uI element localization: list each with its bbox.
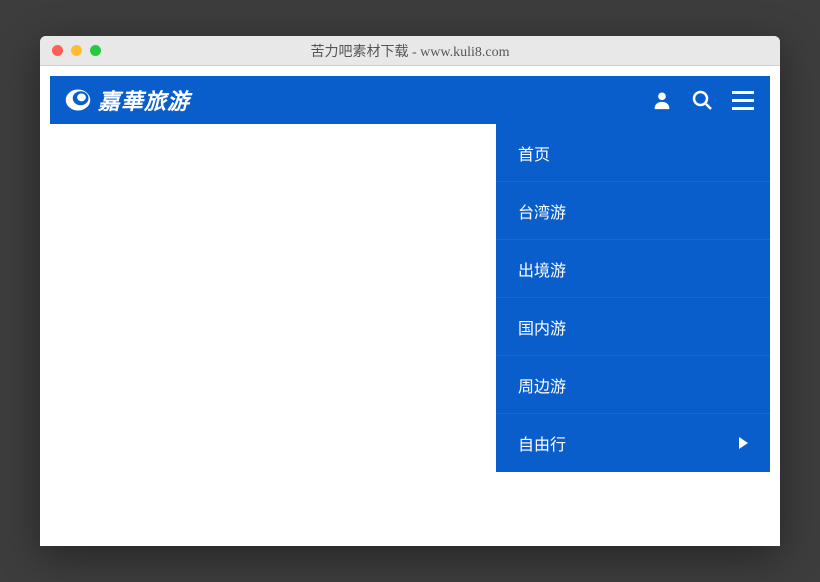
site-header: 嘉華旅游 xyxy=(50,76,770,124)
header-actions xyxy=(650,76,756,124)
maximize-window-button[interactable] xyxy=(90,45,101,56)
menu-item-label: 首页 xyxy=(518,141,550,165)
browser-window: 苦力吧素材下载 - www.kuli8.com 嘉華旅游 xyxy=(40,36,780,546)
menu-item-label: 自由行 xyxy=(518,431,566,455)
menu-item-label: 周边游 xyxy=(518,373,566,397)
minimize-window-button[interactable] xyxy=(71,45,82,56)
menu-item-taiwan[interactable]: 台湾游 xyxy=(496,182,770,240)
chevron-right-icon xyxy=(739,437,748,449)
brand-name: 嘉華旅游 xyxy=(98,84,190,116)
nav-dropdown: 首页 台湾游 出境游 国内游 周边游 自由行 xyxy=(496,124,770,472)
close-window-button[interactable] xyxy=(52,45,63,56)
menu-item-label: 出境游 xyxy=(518,257,566,281)
menu-item-outbound[interactable]: 出境游 xyxy=(496,240,770,298)
hamburger-menu-icon[interactable] xyxy=(730,76,756,124)
menu-item-domestic[interactable]: 国内游 xyxy=(496,298,770,356)
globe-logo-icon xyxy=(64,86,92,114)
menu-item-label: 国内游 xyxy=(518,315,566,339)
user-icon[interactable] xyxy=(650,88,674,112)
menu-item-home[interactable]: 首页 xyxy=(496,124,770,182)
page-content: 嘉華旅游 xyxy=(40,66,780,546)
menu-item-nearby[interactable]: 周边游 xyxy=(496,356,770,414)
brand-logo[interactable]: 嘉華旅游 xyxy=(64,84,190,116)
window-titlebar: 苦力吧素材下载 - www.kuli8.com xyxy=(40,36,780,66)
menu-item-label: 台湾游 xyxy=(518,199,566,223)
window-title: 苦力吧素材下载 - www.kuli8.com xyxy=(40,41,780,61)
search-icon[interactable] xyxy=(690,88,714,112)
menu-item-free[interactable]: 自由行 xyxy=(496,414,770,472)
window-controls xyxy=(52,45,101,56)
